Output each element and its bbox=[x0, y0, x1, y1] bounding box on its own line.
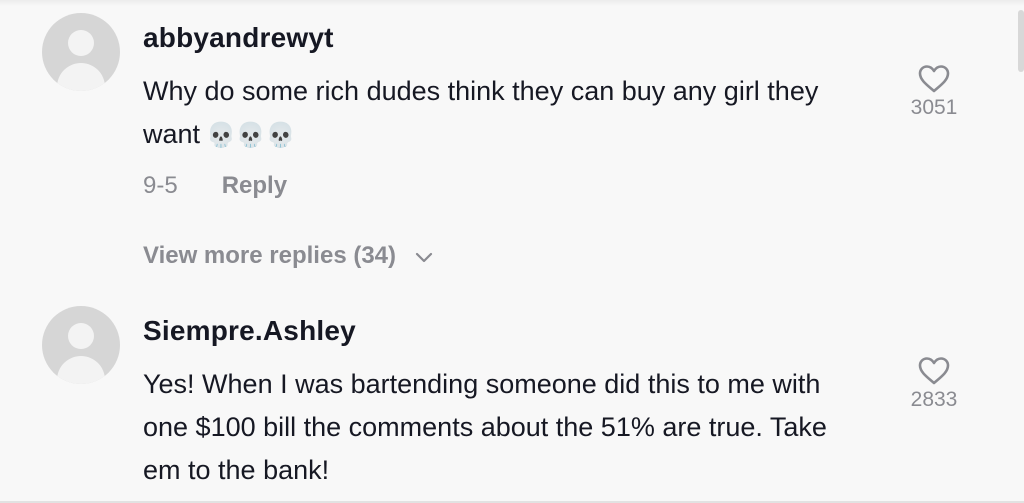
skull-emoji: 💀💀💀 bbox=[206, 122, 296, 149]
heart-icon bbox=[898, 64, 970, 94]
like-button[interactable]: 3051 bbox=[898, 64, 970, 120]
comment-username[interactable]: Siempre.Ashley bbox=[143, 315, 356, 347]
top-shade bbox=[0, 0, 1024, 6]
comment-username[interactable]: abbyandrewyt bbox=[143, 22, 334, 54]
view-more-replies-button[interactable]: View more replies (34) bbox=[143, 242, 433, 271]
comment-date: 9-5 bbox=[143, 172, 178, 199]
avatar[interactable] bbox=[42, 13, 120, 91]
reply-button[interactable]: Reply bbox=[222, 172, 287, 199]
comment-text: Why do some rich dudes think they can bu… bbox=[143, 70, 863, 157]
like-button[interactable]: 2833 bbox=[898, 356, 970, 412]
avatar-head bbox=[68, 30, 94, 56]
comment-meta: 9-5 Reply bbox=[143, 172, 287, 200]
scrollbar-thumb[interactable] bbox=[1018, 10, 1024, 72]
comment-text: Yes! When I was bartending someone did t… bbox=[143, 369, 827, 485]
chevron-down-icon bbox=[415, 243, 433, 271]
avatar-head bbox=[68, 323, 94, 349]
avatar[interactable] bbox=[42, 306, 120, 384]
view-more-replies-label: View more replies (34) bbox=[143, 242, 397, 269]
like-count: 3051 bbox=[910, 96, 958, 119]
avatar-shoulders bbox=[57, 356, 105, 384]
like-count: 2833 bbox=[910, 388, 958, 411]
heart-icon bbox=[898, 356, 970, 386]
avatar-shoulders bbox=[57, 63, 105, 91]
